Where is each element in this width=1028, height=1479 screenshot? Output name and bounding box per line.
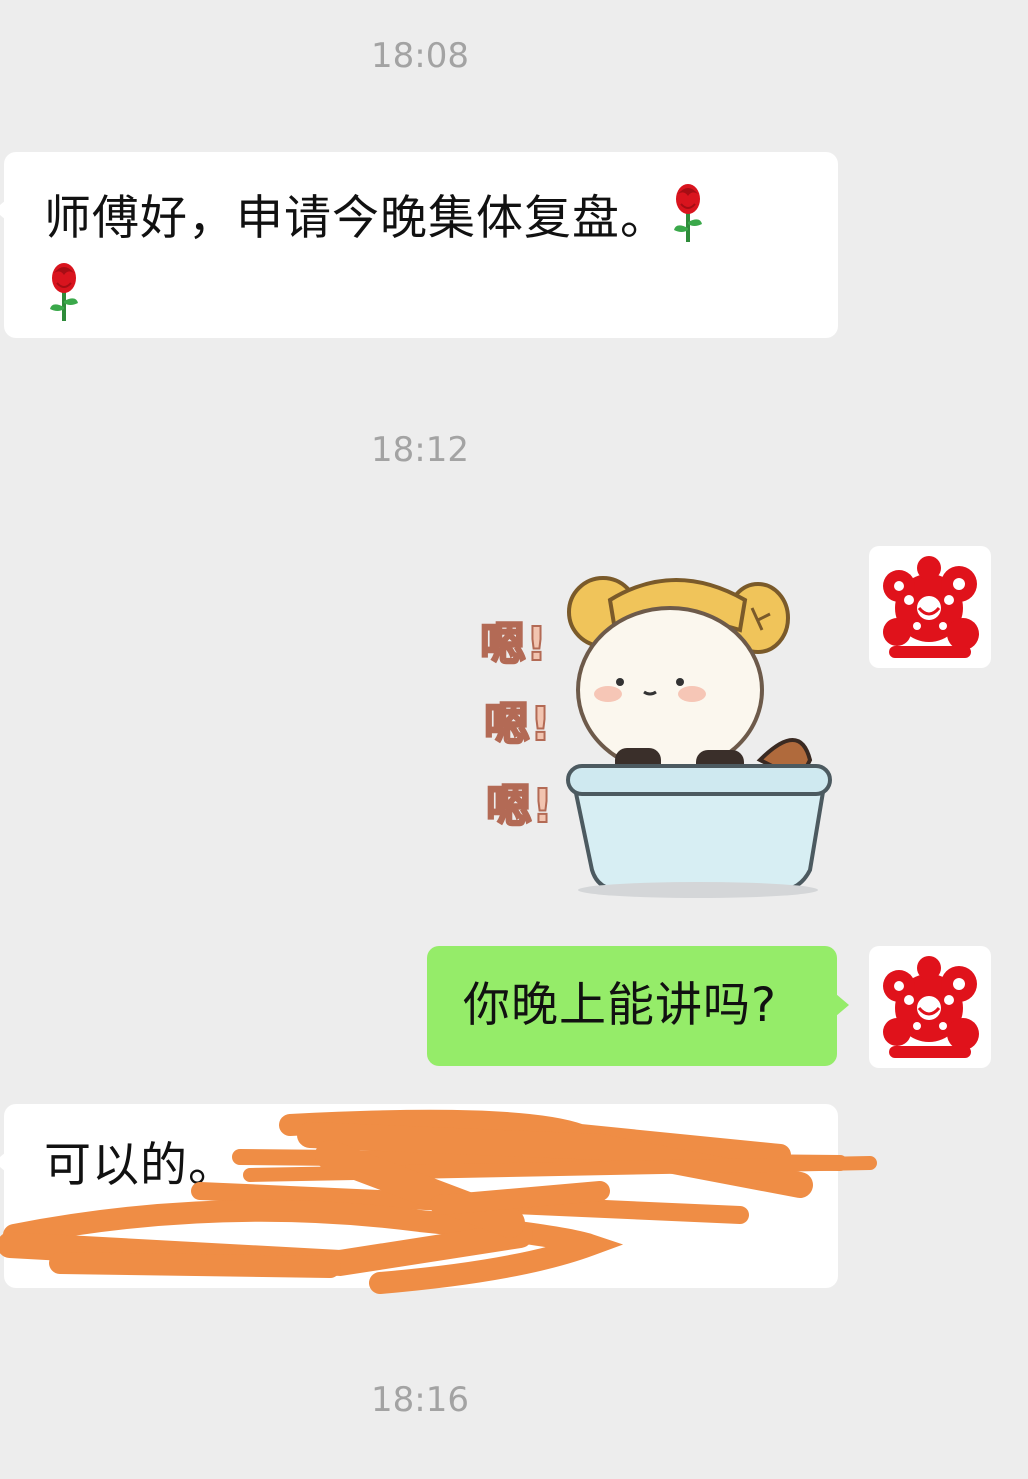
rose-icon [668, 182, 708, 261]
timestamp: 18:12 [371, 430, 469, 470]
timestamp: 18:16 [371, 1380, 469, 1420]
bubble-tail [0, 200, 6, 220]
bubble-tail [836, 994, 849, 1016]
rose-icon [44, 261, 84, 340]
avatar[interactable] [869, 546, 991, 668]
avatar[interactable] [869, 946, 991, 1068]
papercut-avatar-icon [883, 956, 979, 1058]
timestamp: 18:08 [371, 36, 469, 76]
message-bubble-incoming[interactable]: 可以的。 [0, 1104, 838, 1288]
sticker-text: 嗯! [486, 779, 553, 833]
message-bubble-outgoing[interactable]: 你晚上能讲吗? [427, 946, 849, 1066]
message-text: 你晚上能讲吗? [463, 978, 777, 1033]
message-text: 师傅好，申请今晚集体复盘。 [44, 191, 668, 246]
message-bubble-incoming[interactable]: 师傅好，申请今晚集体复盘。 [0, 152, 838, 340]
message-text: 可以的。 [44, 1138, 236, 1193]
sticker-text: 嗯! [480, 617, 547, 671]
sticker-message[interactable]: 嗯! 嗯! 嗯! [470, 560, 840, 905]
bubble-tail [0, 1152, 6, 1172]
sticker-text: 嗯! [484, 697, 551, 751]
papercut-avatar-icon [883, 556, 979, 658]
